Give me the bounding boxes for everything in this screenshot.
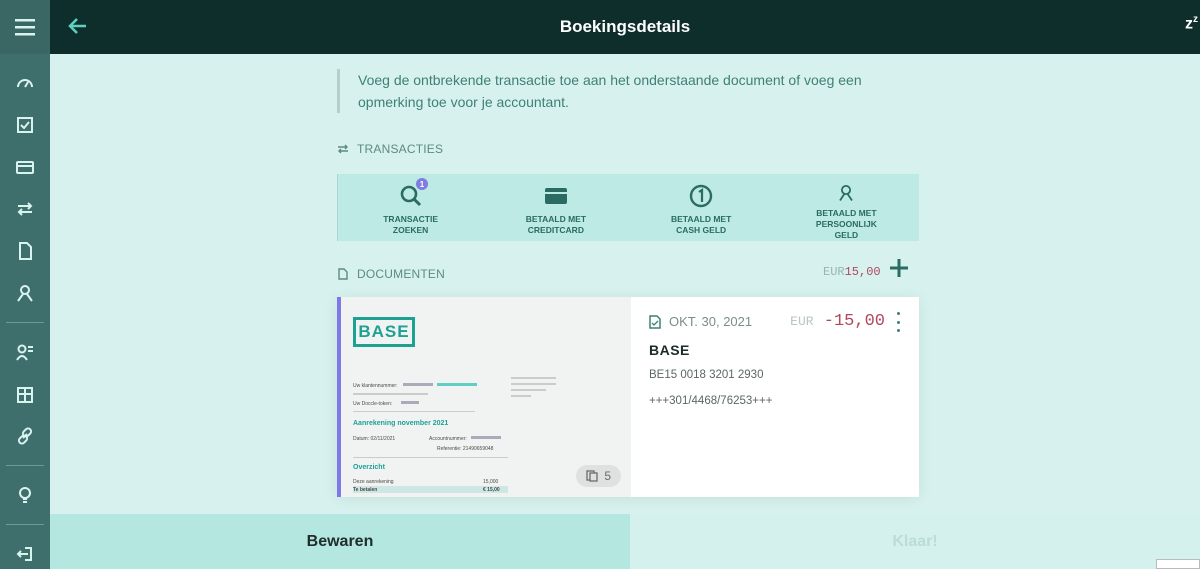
preview-redaction: [403, 383, 433, 386]
paid-personal-option[interactable]: BETAALD MET PERSOONLIJK GELD: [774, 174, 919, 241]
preview-this-invoice-amount: 15,000: [483, 479, 499, 485]
building-icon: [17, 387, 33, 403]
preview-line: [511, 389, 546, 391]
document-icon: [649, 314, 661, 329]
done-button[interactable]: Klaar!: [630, 514, 1200, 569]
preview-line: [353, 393, 428, 395]
sidebar-item-integrations[interactable]: [0, 415, 50, 457]
people-icon: [17, 285, 33, 302]
sidebar-divider: [6, 465, 44, 466]
link-icon: [17, 427, 33, 445]
option-label: TRANSACTIE ZOEKEN: [383, 214, 439, 235]
document-amount: EUR -15,00: [790, 312, 885, 331]
preview-line: [511, 377, 556, 379]
more-options-icon[interactable]: [895, 312, 901, 332]
preview-overview: Overzicht: [353, 464, 385, 471]
documents-label: DOCUMENTEN: [357, 267, 445, 281]
sidebar-item-company[interactable]: [0, 373, 50, 415]
creditcard-icon: [544, 188, 567, 204]
card-icon: [16, 161, 34, 174]
page-count: 5: [604, 469, 611, 483]
preview-line: [511, 383, 556, 385]
sidebar-item-contacts[interactable]: [0, 272, 50, 314]
preview-reference: Referentie: 21490659048: [437, 446, 494, 452]
preview-account: Accountnummer:: [429, 436, 467, 442]
checkbox-icon: [17, 117, 33, 133]
preview-date: Datum: 02/11/2021: [353, 436, 396, 442]
transfer-icon: [338, 144, 348, 154]
preview-invoice-title: Aanrekening november 2021: [353, 420, 449, 427]
transaction-options: 1 TRANSACTIE ZOEKEN BETAALD MET CREDITCARD…: [337, 174, 919, 241]
paid-creditcard-option[interactable]: BETAALD MET CREDITCARD: [483, 174, 628, 241]
document-amount-value: -15,00: [823, 312, 885, 331]
top-bar: Boekingsdetails zz: [50, 0, 1200, 54]
document-date: OKT. 30, 2021: [649, 314, 752, 329]
preview-redaction: [471, 436, 501, 439]
document-info: OKT. 30, 2021 EUR -15,00 BASE BE15 0018 …: [631, 297, 919, 497]
sidebar-item-dashboard[interactable]: [0, 62, 50, 104]
option-label: BETAALD MET CASH GELD: [670, 214, 732, 235]
sidebar-item-tips[interactable]: [0, 474, 50, 516]
document-icon: [19, 242, 32, 260]
total-amount: 15,00: [844, 265, 881, 279]
sidebar: [0, 0, 50, 569]
sidebar-divider: [6, 322, 44, 323]
option-label: BETAALD MET PERSOONLIJK GELD: [815, 208, 877, 240]
preview-redaction: [401, 401, 419, 404]
action-footer: Bewaren Klaar!: [50, 514, 1200, 569]
menu-button[interactable]: [0, 0, 50, 54]
preview-this-invoice: Deze aanrekening: [353, 479, 394, 485]
sidebar-item-transactions[interactable]: [0, 188, 50, 230]
preview-divider: [353, 411, 475, 412]
sidebar-item-documents[interactable]: [0, 230, 50, 272]
total-currency: EUR: [823, 265, 845, 279]
logout-icon: [16, 547, 32, 561]
base-logo: BASE: [353, 317, 415, 347]
preview-highlight: [437, 383, 477, 386]
menu-icon: [15, 19, 35, 36]
sidebar-divider: [6, 524, 44, 525]
notification-badge: 1: [416, 178, 428, 190]
document-card[interactable]: BASE Uw klantennummer: Uw Doccle-token: …: [337, 297, 919, 497]
sidebar-item-tasks[interactable]: [0, 104, 50, 146]
preview-to-pay-amount: € 15,00: [483, 487, 500, 493]
person-icon: [839, 184, 854, 201]
document-iban: BE15 0018 3201 2930: [649, 369, 764, 381]
document-currency: EUR: [790, 314, 814, 329]
preview-to-pay: Te betalen: [353, 487, 378, 493]
document-reference: +++301/4468/76253+++: [649, 395, 773, 407]
main-content: Voeg de ontbrekende transactie toe aan h…: [50, 54, 1200, 514]
preview-line: [511, 395, 531, 397]
page-count-badge[interactable]: 5: [576, 465, 621, 487]
documents-total: EUR15,00: [823, 265, 881, 279]
document-date-text: OKT. 30, 2021: [669, 314, 753, 329]
preview-divider: [353, 457, 508, 458]
page-title: Boekingsdetails: [559, 17, 691, 36]
document-icon: [338, 268, 348, 280]
preview-customer-no: Uw klantennummer:: [353, 383, 398, 389]
bulb-icon: [19, 487, 31, 503]
info-notice: Voeg de ontbrekende transactie toe aan h…: [337, 69, 917, 113]
sidebar-item-logout[interactable]: [0, 533, 50, 569]
transfer-icon: [17, 202, 33, 216]
save-button[interactable]: Bewaren: [50, 514, 630, 569]
transactions-section-label: TRANSACTIES: [337, 142, 443, 156]
user-list-icon: [16, 344, 33, 361]
snooze-icon[interactable]: zz: [1185, 14, 1198, 33]
preview-doccle-token: Uw Doccle-token:: [353, 401, 393, 407]
documents-section-label: DOCUMENTEN: [337, 267, 445, 281]
search-transaction-option[interactable]: 1 TRANSACTIE ZOEKEN: [338, 174, 483, 241]
corner-widget: [1156, 559, 1200, 569]
coin-icon: [689, 184, 713, 208]
pages-icon: [586, 470, 598, 482]
paid-cash-option[interactable]: BETAALD MET CASH GELD: [629, 174, 774, 241]
option-label: BETAALD MET CREDITCARD: [525, 214, 587, 235]
sidebar-item-cards[interactable]: [0, 146, 50, 188]
add-document-icon[interactable]: [888, 257, 910, 279]
gauge-icon: [17, 79, 33, 88]
transactions-label: TRANSACTIES: [357, 142, 444, 156]
sidebar-item-users[interactable]: [0, 331, 50, 373]
document-preview[interactable]: BASE Uw klantennummer: Uw Doccle-token: …: [341, 297, 631, 497]
document-name: BASE: [649, 342, 690, 358]
